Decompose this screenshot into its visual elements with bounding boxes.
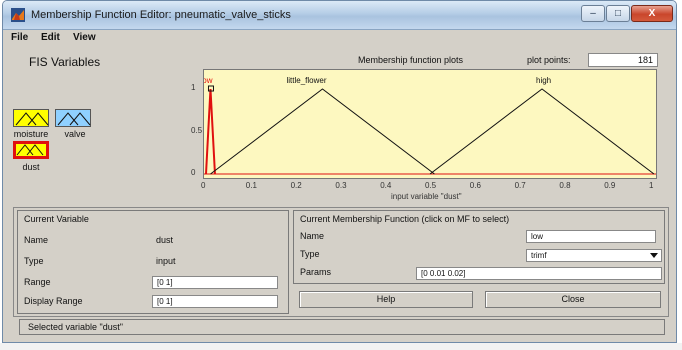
cv-name-label: Name [24,235,49,245]
mf-type-label: Type [300,249,320,259]
mf-glyph-icon [16,144,44,156]
mf-label-low: low [204,76,213,85]
mf-curve-low[interactable] [205,88,216,175]
mf-glyph-icon [57,112,91,126]
menu-file[interactable]: File [11,32,28,43]
status-bar: Selected variable "dust" [19,319,665,335]
plot-points-label: plot points: [527,55,571,65]
mf-curve-little_flower[interactable] [210,88,435,175]
close-window-button[interactable]: X [631,5,673,22]
x-tick-label: 0.4 [380,181,392,190]
mf-params-input[interactable]: [0 0.01 0.02] [416,267,662,280]
fis-input-moisture[interactable] [13,109,49,127]
current-variable-panel: Current Variable Name dust Type input Ra… [17,210,289,314]
cv-display-range-input[interactable]: [0 1] [152,295,278,308]
cv-type-value: input [156,256,176,266]
fis-variables-panel: FIS Variables moisture valve dust [13,49,193,199]
y-tick-label: 0.5 [191,125,203,135]
fis-variables-title: FIS Variables [29,55,101,69]
x-tick-label: 0.2 [290,181,302,190]
close-button[interactable]: Close [485,291,661,308]
current-mf-title: Current Membership Function (click on MF… [300,214,510,224]
current-variable-title: Current Variable [24,214,89,224]
current-mf-panel: Current Membership Function (click on MF… [293,210,665,284]
mf-glyph-icon [15,112,49,126]
cv-range-input[interactable]: [0 1] [152,276,278,289]
x-tick-label: 1 [649,181,654,190]
mf-plot-area[interactable]: low little_flower high [200,69,657,179]
x-tick-label: 0.1 [245,181,257,190]
cv-type-label: Type [24,256,44,266]
mf-label-high: high [536,76,551,85]
cv-range-label: Range [24,277,51,287]
plot-title: Membership function plots [358,55,464,65]
x-tick-label: 0.6 [469,181,481,190]
plot-points-input[interactable]: 181 [588,53,658,67]
menu-bar: File Edit View [3,30,676,46]
menu-view[interactable]: View [73,32,96,43]
dropdown-arrow-icon [650,253,658,258]
mf-name-label: Name [300,231,325,241]
matlab-icon [11,8,25,22]
fis-output-valve-label: valve [64,129,86,139]
menu-edit[interactable]: Edit [41,32,60,43]
x-axis-label: input variable "dust" [391,192,462,201]
maximize-button[interactable]: □ [606,5,630,22]
x-tick-label: 0.5 [425,181,437,190]
mf-curve-high[interactable] [429,88,655,175]
mf-name-input[interactable]: low [526,230,656,243]
x-tick-label: 0.3 [335,181,347,190]
x-tick-label: 0.7 [514,181,526,190]
window-title: Membership Function Editor: pneumatic_va… [31,9,291,21]
cv-display-range-label: Display Range [24,296,83,306]
mf-editor-window: Membership Function Editor: pneumatic_va… [2,0,677,343]
fis-input-moisture-label: moisture [13,129,49,139]
minimize-button[interactable]: – [581,5,605,22]
help-button[interactable]: Help [299,291,473,308]
below-window-strip [0,343,682,350]
y-tick-label: 1 [191,83,196,92]
x-tick-label: 0.9 [604,181,616,190]
x-tick-label: 0.8 [559,181,571,190]
mf-params-label: Params [300,267,332,277]
mf-label-little_flower: little_flower [286,76,326,85]
mf-type-value: trimf [531,251,547,260]
fis-output-valve[interactable] [55,109,91,127]
mf-plot-svg[interactable]: low little_flower high [200,70,656,178]
title-bar: Membership Function Editor: pneumatic_va… [3,1,676,30]
x-tick-label: 0 [201,181,206,190]
y-tick-label: 0 [191,168,196,177]
fis-input-dust-label: dust [22,162,40,172]
fis-input-dust[interactable] [13,141,49,159]
mf-type-dropdown[interactable]: trimf [526,249,662,262]
cv-name-value: dust [156,235,174,245]
